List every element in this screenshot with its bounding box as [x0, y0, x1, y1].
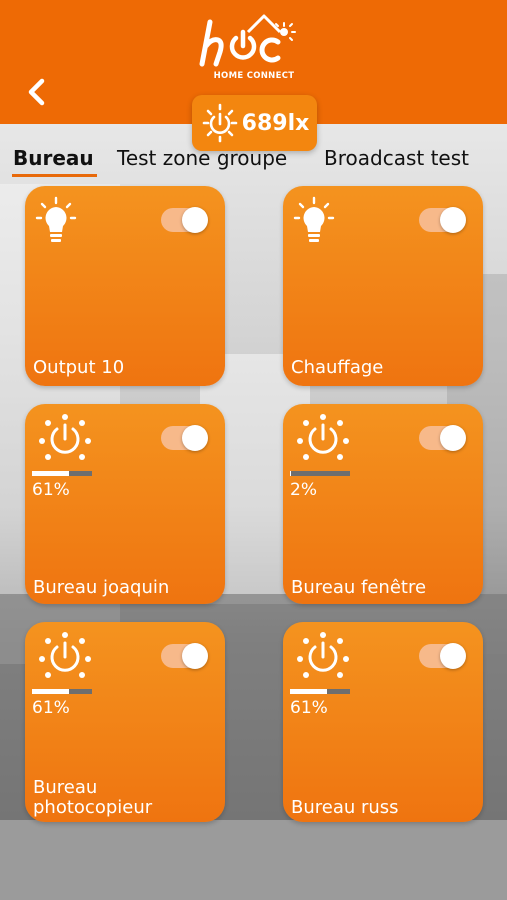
- device-label: Output 10: [33, 357, 125, 378]
- device-label: Chauffage: [291, 357, 384, 378]
- logo-mark-icon: [199, 14, 296, 67]
- lightbulb-icon: [35, 196, 77, 242]
- tab-broadcast-test[interactable]: Broadcast test: [324, 146, 469, 170]
- active-tab-indicator: [12, 174, 97, 177]
- device-card-output-10[interactable]: Output 10: [25, 186, 225, 386]
- device-label: Bureau joaquin: [33, 577, 170, 598]
- dimmer-level-text: 61%: [32, 698, 70, 718]
- tab-bureau[interactable]: Bureau: [13, 146, 94, 170]
- dimmer-level-bar[interactable]: [290, 471, 350, 476]
- dimmer-icon: [39, 632, 91, 678]
- dimmer-level-bar[interactable]: [32, 689, 92, 694]
- sun-dial-icon: [202, 103, 237, 143]
- dimmer-icon: [297, 632, 349, 678]
- chevron-left-icon: [28, 78, 45, 106]
- power-toggle[interactable]: [161, 207, 208, 233]
- device-card-bureau-fenetre[interactable]: 2% Bureau fenêtre: [283, 404, 483, 604]
- device-card-bureau-photocopieur[interactable]: 61% Bureau photocopieur: [25, 622, 225, 822]
- lightbulb-icon: [293, 196, 335, 242]
- device-card-chauffage[interactable]: Chauffage: [283, 186, 483, 386]
- dimmer-level-bar[interactable]: [32, 471, 92, 476]
- dimmer-level-text: 61%: [290, 698, 328, 718]
- bottom-bar: [0, 820, 507, 900]
- dimmer-level-fill: [290, 471, 292, 476]
- dimmer-level-fill: [32, 689, 69, 694]
- back-button[interactable]: [18, 74, 54, 110]
- device-label: Bureau fenêtre: [291, 577, 427, 598]
- power-toggle[interactable]: [161, 643, 208, 669]
- app-logo: HOME CONNECT: [196, 8, 312, 86]
- power-toggle[interactable]: [419, 207, 466, 233]
- dimmer-level-fill: [32, 471, 69, 476]
- device-card-bureau-joaquin[interactable]: 61% Bureau joaquin: [25, 404, 225, 604]
- dimmer-icon: [39, 414, 91, 460]
- dimmer-level-text: 61%: [32, 480, 70, 500]
- dimmer-level-text: 2%: [290, 480, 317, 500]
- power-toggle[interactable]: [419, 643, 466, 669]
- lux-sensor-badge: 689lx: [192, 95, 317, 151]
- zone-tabs: Bureau Test zone groupe Broadcast test: [0, 146, 507, 182]
- dimmer-level-fill: [290, 689, 327, 694]
- lux-value: 689lx: [241, 110, 310, 136]
- device-label: Bureau russ: [291, 797, 399, 818]
- power-toggle[interactable]: [161, 425, 208, 451]
- dimmer-icon: [297, 414, 349, 460]
- device-label: Bureau photocopieur: [33, 777, 153, 818]
- dimmer-level-bar[interactable]: [290, 689, 350, 694]
- power-toggle[interactable]: [419, 425, 466, 451]
- logo-subtitle: HOME CONNECT: [213, 71, 295, 81]
- device-card-bureau-russ[interactable]: 61% Bureau russ: [283, 622, 483, 822]
